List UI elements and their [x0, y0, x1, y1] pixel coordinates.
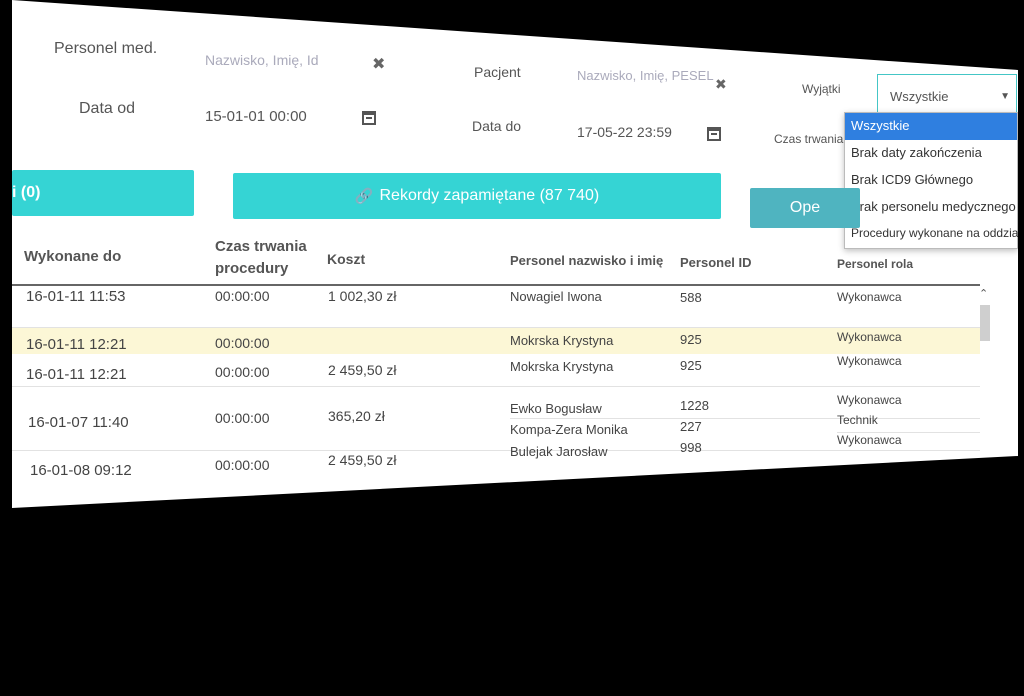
clear-pacjent-icon[interactable]: ✖ [715, 76, 727, 93]
row3-date: 16-01-11 12:21 [26, 366, 127, 383]
data-od-input[interactable]: 15-01-01 00:00 [205, 108, 307, 125]
dropdown-option-brak-daty[interactable]: Brak daty zakończenia [845, 140, 1017, 167]
application-window: Personel med. Nazwisko, Imię, Id ✖ Pacje… [12, 0, 1018, 508]
left-filter-button-label: i (0) [12, 184, 41, 201]
col-personel-rola[interactable]: Personel rola [837, 257, 913, 271]
row-divider [12, 450, 980, 451]
rekordy-zapamietane-label: Rekordy zapamiętane (87 740) [379, 187, 600, 204]
row4-staff2-name: Kompa-Zera Monika [510, 422, 628, 437]
dropdown-option-brak-personelu[interactable]: Brak personelu medycznego [845, 194, 1017, 221]
scroll-up-icon[interactable]: ⌃ [979, 287, 988, 300]
row1-staff-id: 588 [680, 290, 702, 305]
clear-personel-icon[interactable]: ✖ [372, 54, 385, 74]
personel-input[interactable]: Nazwisko, Imię, Id [205, 52, 319, 68]
row4-staff3-role: Wykonawca [837, 433, 902, 447]
row3-czas: 00:00:00 [215, 364, 270, 380]
link-icon: 🔗 [354, 188, 374, 205]
dropdown-option-brak-icd9[interactable]: Brak ICD9 Głównego [845, 167, 1017, 194]
row1-date: 16-01-11 11:53 [26, 288, 126, 305]
table-scrollbar[interactable]: ⌃ [979, 287, 990, 457]
data-do-input[interactable]: 17-05-22 23:59 [577, 124, 672, 140]
rekordy-zapamietane-button[interactable]: 🔗 Rekordy zapamiętane (87 740) [233, 173, 721, 219]
dropdown-option-wszystkie[interactable]: Wszystkie [845, 113, 1017, 140]
row1-koszt: 1 002,30 zł [328, 288, 397, 304]
wyjatki-label: Wyjątki [802, 82, 841, 96]
scroll-thumb[interactable] [980, 305, 990, 341]
col-personel-id[interactable]: Personel ID [680, 255, 752, 270]
wyjatki-select[interactable]: Wszystkie ▼ [877, 74, 1017, 116]
data-do-label: Data do [472, 118, 522, 134]
row2-highlight[interactable] [12, 328, 980, 354]
window-reflection: 16-01-08 09:12 00:00:00 2 459,50 zł Bule… [12, 508, 1018, 696]
row1-staff-role: Wykonawca [837, 290, 902, 304]
personel-label: Personel med. [54, 40, 158, 57]
row4-koszt: 365,20 zł [328, 408, 385, 424]
row4-czas: 00:00:00 [215, 410, 270, 426]
row1-czas: 00:00:00 [215, 288, 270, 304]
row3-koszt: 2 459,50 zł [328, 362, 397, 378]
row3-staff-id: 925 [680, 358, 702, 373]
row5-koszt: 2 459,50 zł [328, 452, 397, 468]
col-czas-trwania[interactable]: Czas trwania [215, 238, 307, 255]
col-koszt[interactable]: Koszt [327, 251, 365, 267]
data-od-label: Data od [79, 100, 136, 117]
row3-staff-name: Mokrska Krystyna [510, 359, 614, 374]
row4-staff1-name: Ewko Bogusław [510, 401, 602, 416]
row5-staff-id: 998 [680, 440, 702, 455]
row1-staff-name: Nowagiel Iwona [510, 289, 602, 304]
row-divider [12, 386, 980, 387]
header-divider [12, 284, 980, 286]
ope-button[interactable]: Ope [750, 188, 860, 228]
pacjent-label: Pacjent [474, 64, 521, 80]
dropdown-option-procedury-oddzial[interactable]: Procedury wykonane na oddziale [845, 221, 1018, 248]
wyjatki-dropdown: Wszystkie Brak daty zakończenia Brak ICD… [844, 112, 1018, 249]
row4-date: 16-01-07 11:40 [28, 414, 129, 431]
col-personel-nazwisko[interactable]: Personel nazwisko i imię [510, 253, 663, 268]
row5-czas: 00:00:00 [215, 457, 270, 473]
row2-date: 16-01-11 12:21 [26, 336, 127, 353]
calendar-do-icon[interactable] [707, 127, 721, 141]
calendar-od-icon[interactable] [362, 111, 376, 125]
row5-date: 16-01-08 09:12 [30, 462, 132, 479]
row4-staff2-role: Technik [837, 413, 878, 427]
czas-trwania-label: Czas trwania ( [774, 132, 851, 146]
row4-staff2-id: 227 [680, 419, 702, 434]
row2-staff-name: Mokrska Krystyna [510, 333, 614, 348]
sub-row-divider [510, 418, 980, 419]
row2-czas: 00:00:00 [215, 335, 270, 351]
row5-staff-name: Bulejak Jarosław [510, 444, 608, 459]
row4-staff1-role: Wykonawca [837, 393, 902, 407]
row2-staff-role: Wykonawca [837, 330, 902, 344]
row2-staff-id: 925 [680, 332, 702, 347]
col-wykonane-do[interactable]: Wykonane do [24, 248, 121, 265]
wyjatki-select-value: Wszystkie [890, 89, 949, 104]
left-filter-button[interactable]: i (0) [12, 170, 194, 216]
row4-staff1-id: 1228 [680, 398, 709, 413]
ope-button-label: Ope [789, 199, 821, 216]
chevron-down-icon[interactable]: ▼ [1000, 91, 1010, 102]
pacjent-input[interactable]: Nazwisko, Imię, PESEL [577, 68, 714, 83]
row3-staff-role: Wykonawca [837, 354, 902, 368]
col-czas-trwania-2: procedury [215, 260, 289, 277]
